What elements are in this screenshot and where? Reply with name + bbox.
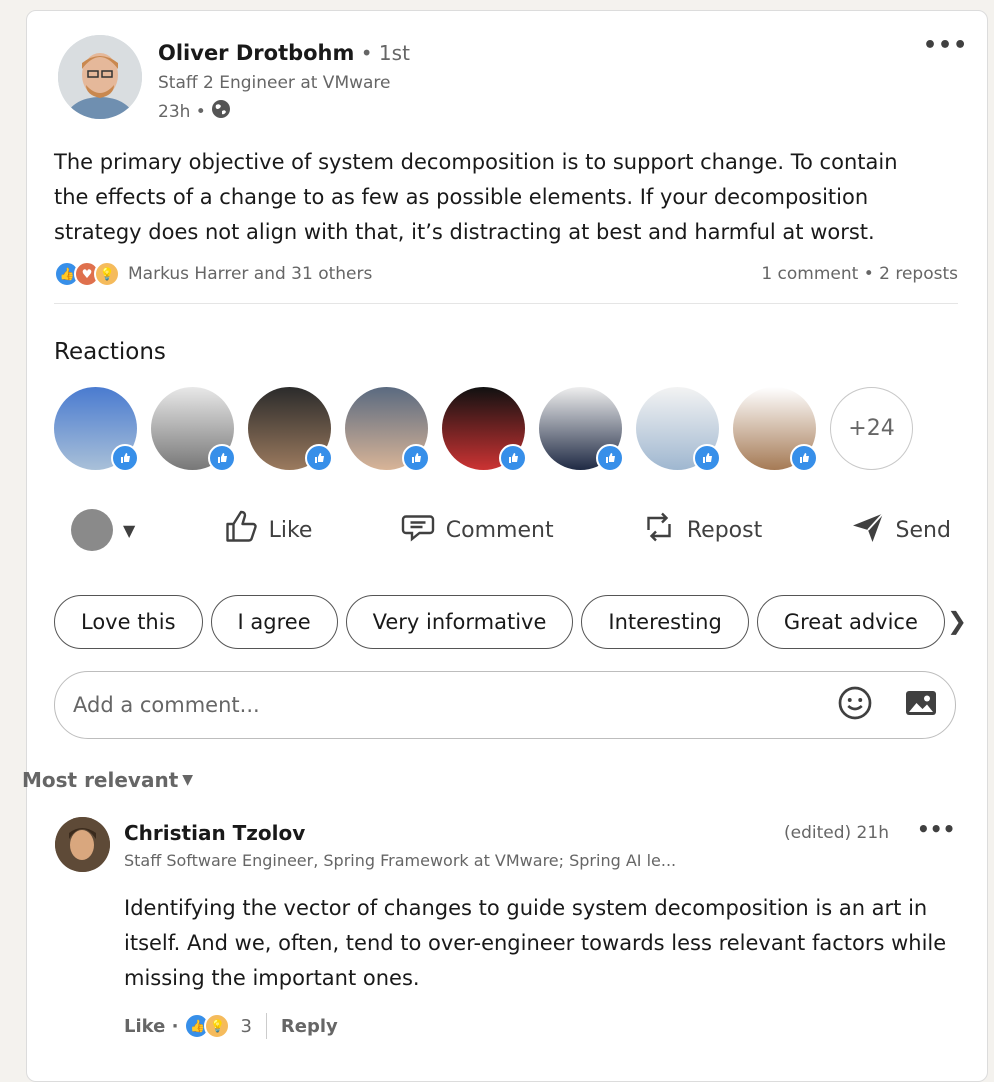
- chevron-down-icon: ▼: [123, 520, 136, 540]
- repost-label: Repost: [686, 517, 763, 543]
- comment-like-button[interactable]: Like ·: [124, 1016, 178, 1037]
- like-badge-icon: [305, 444, 333, 472]
- sort-label: Most relevant: [22, 768, 179, 792]
- reactor-avatar[interactable]: [54, 387, 139, 472]
- my-avatar: [71, 509, 113, 551]
- author-avatar[interactable]: [58, 35, 142, 119]
- reactions-title: Reactions: [54, 339, 166, 365]
- author-name[interactable]: Oliver Drotbohm • 1st: [158, 41, 410, 65]
- quick-reply-chip[interactable]: Interesting: [581, 595, 749, 649]
- author-title: Staff 2 Engineer at VMware: [158, 73, 391, 93]
- comment-icon: [400, 509, 436, 551]
- reactor-avatar[interactable]: [248, 387, 333, 472]
- send-icon: [850, 509, 886, 551]
- quick-reply-chips: Love this I agree Very informative Inter…: [54, 595, 974, 649]
- commenter-name[interactable]: Christian Tzolov: [124, 821, 305, 845]
- comment-label: Comment: [445, 517, 554, 543]
- caret-down-icon: ▼: [182, 772, 194, 788]
- send-button[interactable]: Send: [850, 509, 951, 551]
- reaction-as-selector[interactable]: ▼: [71, 509, 135, 551]
- repost-button[interactable]: Repost: [641, 509, 762, 551]
- quick-reply-chip[interactable]: I agree: [210, 595, 338, 649]
- reactor-avatar[interactable]: [151, 387, 236, 472]
- like-badge-icon: [402, 444, 430, 472]
- reactor-avatars: +24: [54, 387, 913, 472]
- like-label: Like: [268, 517, 313, 543]
- comment-time: (edited) 21h: [784, 823, 889, 843]
- like-badge-icon: [790, 444, 818, 472]
- action-bar: ▼ Like Comment Repost Send: [71, 509, 951, 551]
- more-options-icon[interactable]: •••: [923, 33, 968, 58]
- emoji-icon[interactable]: [837, 685, 873, 725]
- chevron-right-icon[interactable]: ❯: [947, 607, 967, 635]
- post-time: 23h •: [158, 101, 206, 122]
- insightful-reaction-icon: 💡: [204, 1013, 231, 1039]
- social-counts: 👍 ♥ 💡 Markus Harrer and 31 others 1 comm…: [54, 261, 958, 287]
- globe-icon: [211, 99, 231, 124]
- comment-sort-dropdown[interactable]: Most relevant ▼: [22, 768, 193, 792]
- quick-reply-chip[interactable]: Very informative: [345, 595, 574, 649]
- like-badge-icon: [208, 444, 236, 472]
- post-card: Oliver Drotbohm • 1st Staff 2 Engineer a…: [22, 10, 988, 1082]
- author-name-text[interactable]: Oliver Drotbohm: [158, 41, 354, 65]
- comment-more-options-icon[interactable]: •••: [917, 817, 955, 841]
- divider: [265, 1013, 267, 1039]
- connection-degree: • 1st: [354, 41, 410, 65]
- comment-text: Identifying the vector of changes to gui…: [124, 896, 947, 990]
- quick-reply-chip[interactable]: Love this: [54, 595, 203, 649]
- comment-reactions[interactable]: 👍 💡: [184, 1013, 231, 1039]
- post-meta: 23h •: [158, 99, 231, 124]
- commenter-title: Staff Software Engineer, Spring Framewor…: [124, 851, 677, 870]
- like-badge-icon: [693, 444, 721, 472]
- comment-placeholder[interactable]: Add a comment...: [73, 693, 260, 717]
- image-icon[interactable]: [903, 685, 939, 725]
- comment-reaction-count[interactable]: 3: [240, 1016, 251, 1037]
- reactor-avatar[interactable]: [636, 387, 721, 472]
- comment-actions: Like · 👍 💡 3 Reply: [124, 1013, 338, 1039]
- send-label: Send: [895, 517, 951, 543]
- reply-button[interactable]: Reply: [281, 1016, 338, 1037]
- commenter-avatar[interactable]: [55, 817, 110, 872]
- reactor-avatar[interactable]: [733, 387, 818, 472]
- like-badge-icon: [111, 444, 139, 472]
- like-badge-icon: [596, 444, 624, 472]
- insightful-reaction-icon: 💡: [94, 261, 120, 287]
- comment-input[interactable]: Add a comment...: [54, 671, 956, 739]
- reactions-summary-text[interactable]: Markus Harrer and 31 others: [128, 264, 372, 284]
- reactor-avatar[interactable]: [442, 387, 527, 472]
- reactor-avatar[interactable]: [539, 387, 624, 472]
- divider: [54, 303, 958, 304]
- like-badge-icon: [499, 444, 527, 472]
- quick-reply-chip[interactable]: Great advice: [756, 595, 945, 649]
- thumbs-up-icon: [223, 509, 259, 551]
- reactor-avatar[interactable]: [345, 387, 430, 472]
- repost-icon: [641, 509, 677, 551]
- post-text: The primary objective of system decompos…: [54, 150, 898, 244]
- like-button[interactable]: Like: [223, 509, 313, 551]
- comment-button[interactable]: Comment: [400, 509, 554, 551]
- reaction-summary[interactable]: 👍 ♥ 💡 Markus Harrer and 31 others: [54, 261, 372, 287]
- more-reactors-button[interactable]: +24: [830, 387, 913, 470]
- comments-reposts-count[interactable]: 1 comment • 2 reposts: [761, 264, 958, 284]
